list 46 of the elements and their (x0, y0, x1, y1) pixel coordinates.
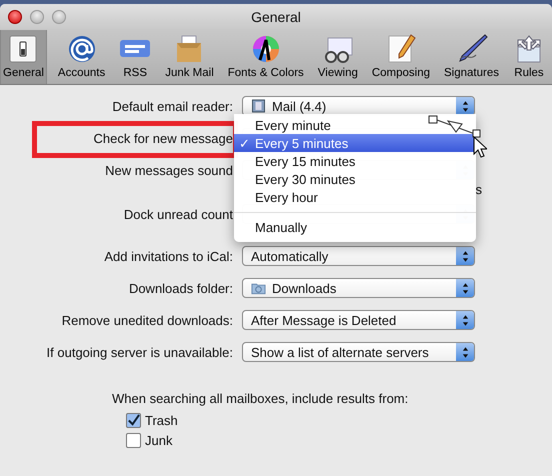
menu-item[interactable]: Every minute (234, 116, 476, 134)
toolbar-tab[interactable]: Rules (510, 30, 548, 84)
stepper-icon (456, 279, 474, 297)
stamp-icon (251, 99, 266, 113)
setting-label: If outgoing server is unavailable: (46, 344, 234, 360)
menu-item[interactable]: Every hour (234, 188, 476, 206)
switch-icon (7, 33, 40, 65)
setting-text: s (476, 182, 482, 196)
popup-menu[interactable]: Show a list of alternate servers (242, 342, 475, 362)
popup-menu[interactable]: Mail (4.4) (242, 96, 475, 116)
toolbar-tab[interactable]: Fonts & Colors (224, 30, 307, 84)
checkbox[interactable] (126, 413, 141, 428)
setting-label: Add invitations to iCal: (103, 248, 234, 264)
popup-menu[interactable]: Downloads (242, 278, 475, 298)
toolbar-tab[interactable]: Viewing (314, 30, 361, 84)
close-button[interactable] (8, 10, 22, 24)
toolbar-tab[interactable]: Signatures (441, 30, 502, 84)
folder-icon (251, 281, 266, 295)
setting-label: New messages sound (104, 162, 234, 178)
minimize-button[interactable] (30, 10, 44, 24)
section-heading: When searching all mailboxes, include results from: (112, 391, 410, 406)
stepper-icon (456, 343, 474, 361)
toolbar-tab[interactable]: Composing (368, 30, 434, 84)
setting-label: Check for new message (92, 130, 234, 146)
setting-label: Remove unedited downloads: (60, 312, 234, 328)
stepper-icon (456, 247, 474, 265)
setting-label: Downloads folder: (128, 280, 234, 296)
toolbar-tab[interactable]: Accounts (54, 30, 108, 84)
checkbox[interactable] (126, 433, 141, 448)
toolbar-tab[interactable]: Junk Mail (162, 30, 217, 84)
menu-item[interactable]: Manually (234, 218, 476, 236)
stepper-icon (456, 97, 474, 115)
zoom-button[interactable] (52, 10, 66, 24)
stepper-icon (456, 311, 474, 329)
checkbox-option[interactable]: Trash (126, 413, 178, 428)
popup-menu[interactable]: Automatically (242, 246, 475, 266)
menu-item[interactable]: Every 15 minutes (234, 152, 476, 170)
toolbar-tab[interactable]: General (0, 30, 47, 84)
toolbar-tab[interactable]: RSS (116, 30, 154, 84)
setting-label: Dock unread count (122, 206, 234, 222)
menu-item[interactable]: ✓ Every 5 minutes (234, 134, 476, 152)
popup-menu[interactable]: After Message is Deleted (242, 310, 475, 330)
window-title: General (251, 9, 301, 25)
checkbox-option[interactable]: Junk (126, 433, 172, 448)
menu-item[interactable]: Every 30 minutes (234, 170, 476, 188)
setting-label: Default email reader: (111, 98, 234, 114)
